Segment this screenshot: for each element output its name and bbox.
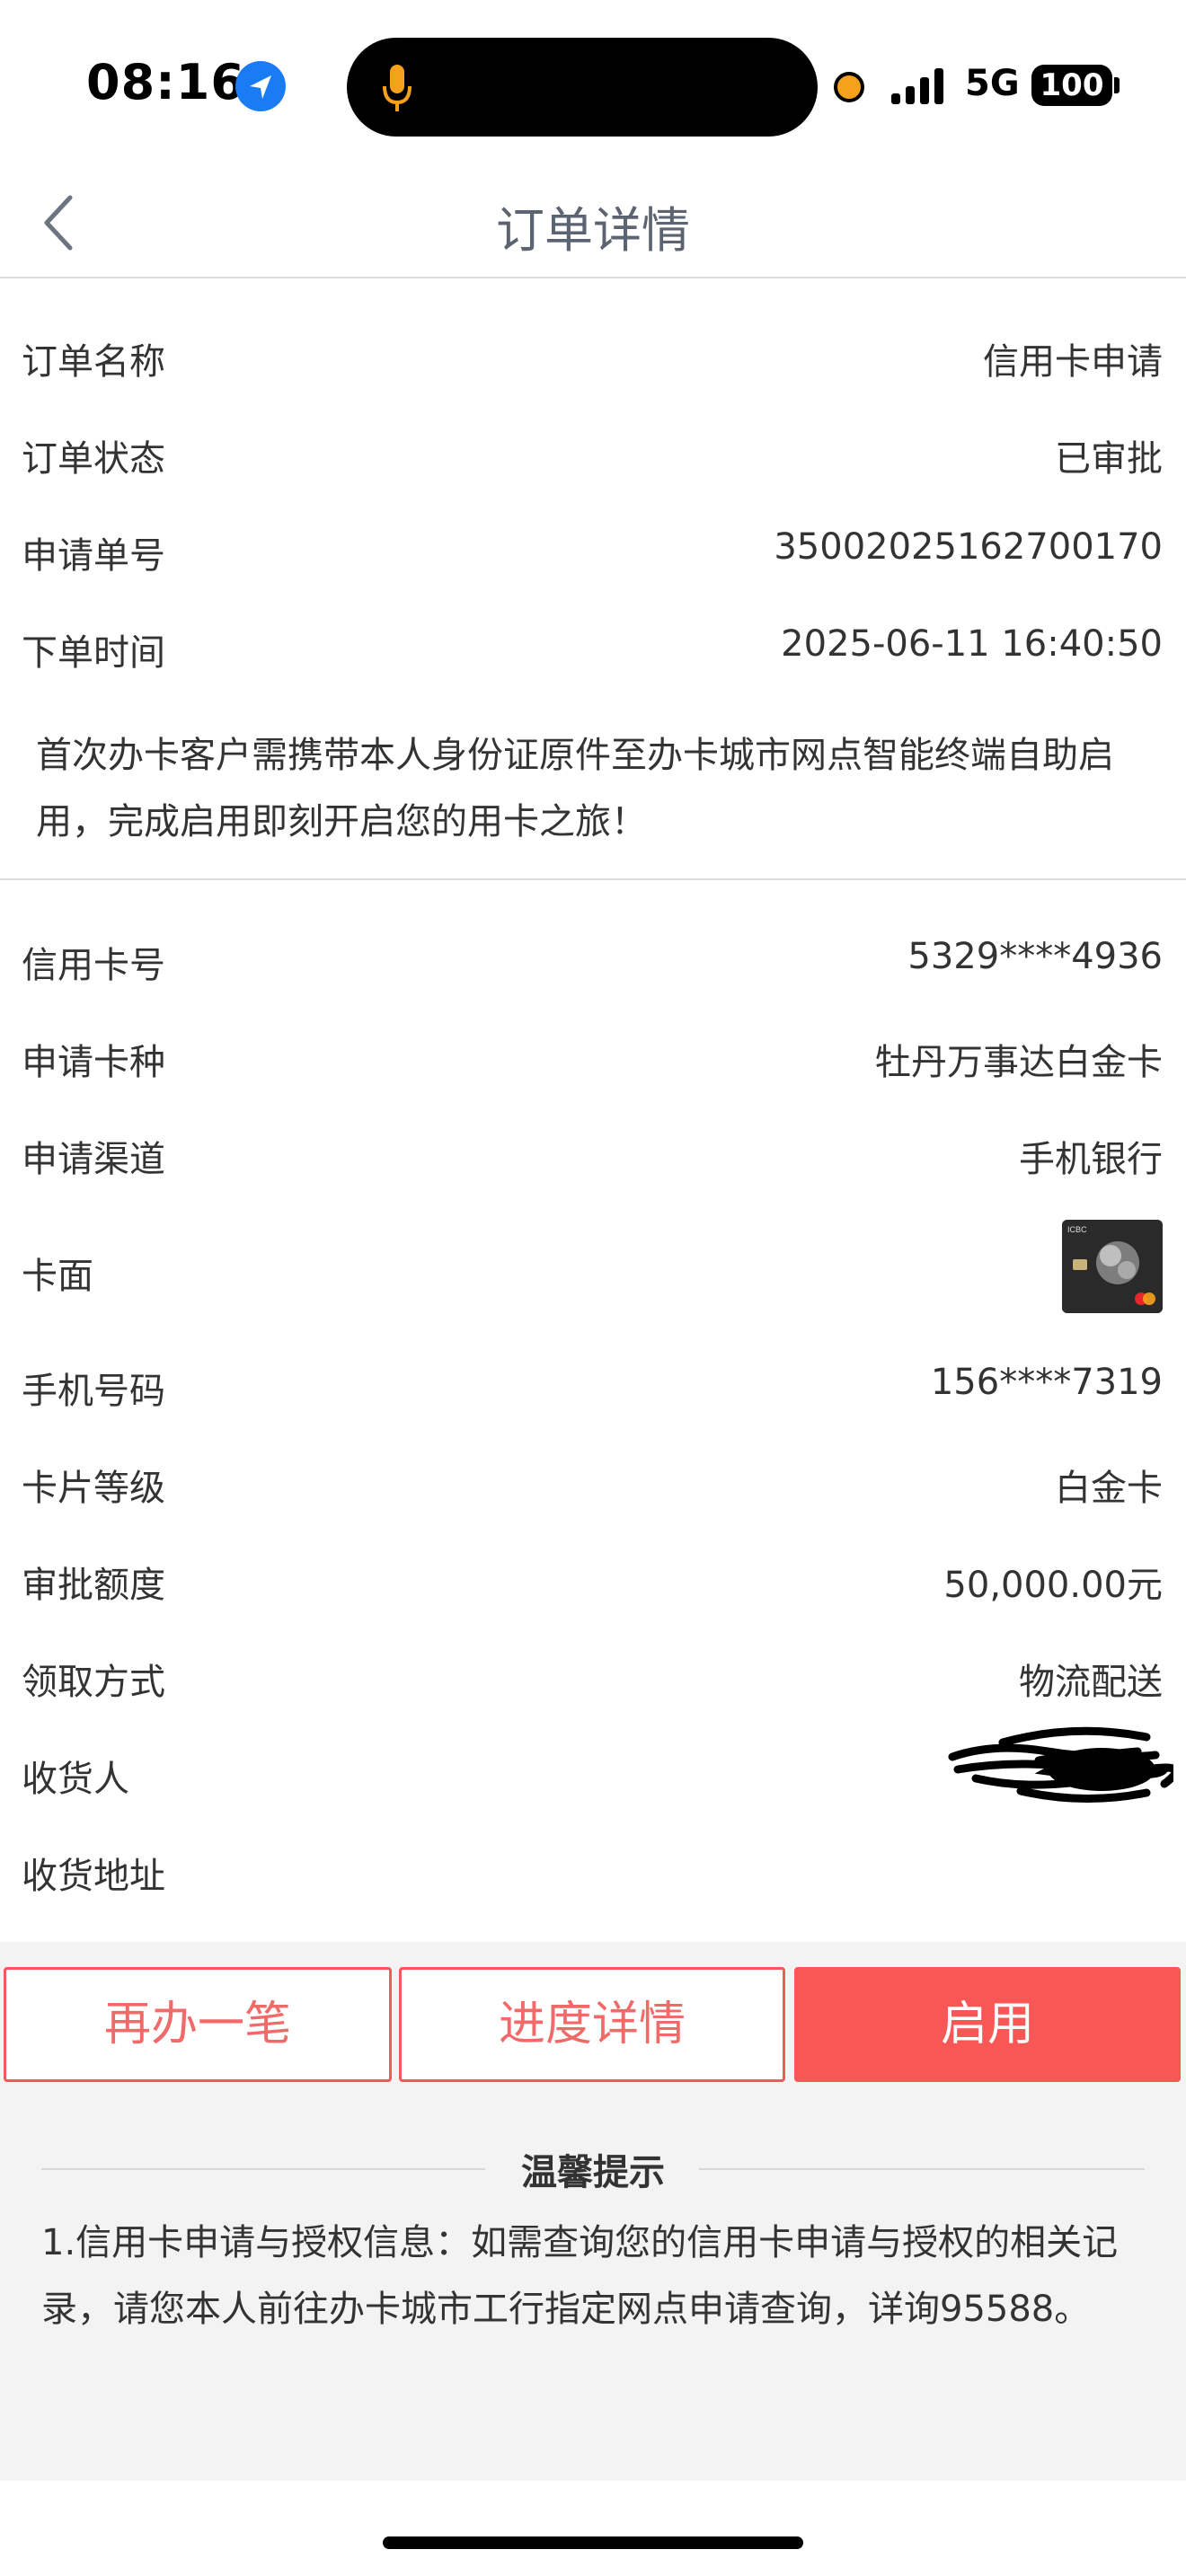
activate-button[interactable]: 启用: [794, 1967, 1181, 2082]
battery-tip: [1114, 77, 1120, 93]
row-value: 牡丹万事达白金卡: [875, 1042, 1163, 1083]
row-card-number: 信用卡号 5329****4936: [0, 909, 1186, 1006]
row-address: 收货地址: [0, 1820, 1186, 1917]
tips-text: 1.信用卡申请与授权信息：如需查询您的信用卡申请与授权的相关记录，请您本人前往办…: [41, 2222, 1119, 2330]
activation-notice: 首次办卡客户需携带本人身份证原件至办卡城市网点智能终端自助启用，完成启用即刻开启…: [36, 735, 1114, 842]
page-title: 订单详情: [496, 202, 690, 259]
row-label: 订单状态: [22, 438, 165, 480]
row-value: 手机银行: [1019, 1139, 1163, 1180]
status-bar: 08:16 5G 100: [0, 0, 1186, 171]
battery-icon: 100: [1031, 65, 1112, 106]
row-order-time: 下单时间 2025-06-11 16:40:50: [0, 596, 1186, 693]
row-label: 下单时间: [22, 632, 165, 674]
microphone-icon: [381, 63, 413, 117]
row-value: 5329****4936: [907, 936, 1163, 977]
row-application-number: 申请单号 3500202516270017​0: [0, 499, 1186, 596]
row-label: 收货人: [22, 1759, 129, 1800]
row-value: 50,000.00元: [943, 1565, 1163, 1606]
home-indicator[interactable]: [383, 2536, 803, 2549]
card-face-image[interactable]: ICBC: [1062, 1220, 1163, 1313]
row-value: 已审批: [1055, 438, 1163, 480]
row-phone: 手机号码 156****7319: [0, 1335, 1186, 1432]
redaction-scribble: [940, 1716, 1180, 1823]
row-label: 申请渠道: [22, 1139, 165, 1180]
row-card-type: 申请卡种 牡丹万事达白金卡: [0, 1006, 1186, 1103]
status-time: 08:16: [86, 54, 245, 110]
section-divider: [0, 878, 1186, 880]
card-brand-text: ICBC: [1067, 1225, 1087, 1234]
network-type: 5G: [965, 63, 1020, 104]
row-value: 白金卡: [1055, 1468, 1163, 1509]
nav-bar: 订单详情: [0, 171, 1186, 278]
row-label: 卡片等级: [22, 1468, 165, 1509]
apply-again-button[interactable]: 再办一笔: [4, 1967, 392, 2082]
signal-strength-icon: [891, 66, 954, 106]
row-label: 手机号码: [22, 1371, 165, 1412]
dynamic-island: [347, 38, 818, 137]
row-card-level: 卡片等级 白金卡: [0, 1432, 1186, 1529]
row-value: 3500202516270017​0: [774, 526, 1163, 568]
tips-title: 温馨提示: [521, 2152, 665, 2193]
progress-details-button[interactable]: 进度详情: [399, 1967, 785, 2082]
row-card-face: 卡面: [0, 1220, 1186, 1317]
row-approved-limit: 审批额度 50,000.00元: [0, 1529, 1186, 1626]
row-label: 领取方式: [22, 1662, 165, 1703]
row-delivery-method: 领取方式 物流配送: [0, 1626, 1186, 1723]
row-value: 信用卡申请: [983, 341, 1163, 383]
row-order-status: 订单状态 已审批: [0, 402, 1186, 499]
recording-indicator-icon: [834, 72, 864, 102]
row-label: 卡面: [22, 1256, 93, 1297]
row-label: 订单名称: [22, 341, 165, 383]
row-value: 物流配送: [1019, 1662, 1163, 1703]
row-label: 申请卡种: [22, 1042, 165, 1083]
row-channel: 申请渠道 手机银行: [0, 1103, 1186, 1200]
row-label: 信用卡号: [22, 945, 165, 986]
row-value: 2025-06-11 16:40:50: [781, 623, 1163, 665]
row-value: 156****7319: [930, 1362, 1163, 1403]
row-order-name: 订单名称 信用卡申请: [0, 305, 1186, 402]
row-label: 审批额度: [22, 1565, 165, 1606]
row-label: 申请单号: [22, 535, 165, 577]
row-label: 收货地址: [22, 1856, 165, 1897]
location-arrow-icon: [235, 61, 286, 111]
